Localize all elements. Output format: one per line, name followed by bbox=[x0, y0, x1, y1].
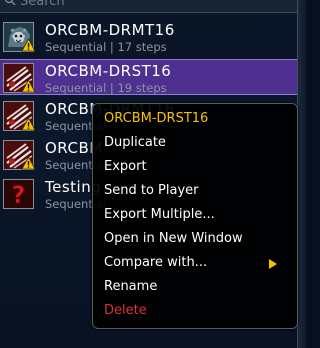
menu-item-send-to-player[interactable]: Send to Player bbox=[104, 183, 199, 198]
menu-item-delete[interactable]: Delete bbox=[104, 303, 147, 318]
warning-icon bbox=[21, 117, 36, 131]
search-placeholder: Search bbox=[20, 0, 65, 9]
warning-icon bbox=[21, 79, 36, 93]
submenu-arrow-icon bbox=[269, 259, 277, 269]
sequence-row-selected[interactable]: ORCBM-DRST16 Sequential | 19 steps bbox=[0, 59, 297, 95]
sequence-row[interactable]: ORCBM-DRMT16 Sequential | 17 steps bbox=[0, 19, 297, 55]
sequence-name: ORCBM-DRST16 bbox=[45, 62, 172, 80]
search-icon bbox=[4, 0, 16, 6]
sequence-meta: Sequential | 17 steps bbox=[45, 40, 167, 54]
menu-item-compare-with[interactable]: Compare with... bbox=[104, 255, 207, 270]
context-menu-title: ORCBM-DRST16 bbox=[104, 111, 209, 126]
menu-item-rename[interactable]: Rename bbox=[104, 279, 157, 294]
scrollbar[interactable] bbox=[297, 0, 306, 348]
context-menu: ORCBM-DRST16 Duplicate Export Send to Pl… bbox=[92, 103, 298, 329]
menu-item-export[interactable]: Export bbox=[104, 159, 147, 174]
warning-icon bbox=[21, 156, 36, 170]
svg-text:?: ? bbox=[12, 181, 26, 208]
warning-icon bbox=[21, 38, 36, 52]
sequence-meta: Sequential | 19 steps bbox=[45, 81, 167, 95]
search-input[interactable]: Search bbox=[0, 0, 297, 13]
menu-item-duplicate[interactable]: Duplicate bbox=[104, 135, 166, 150]
menu-item-export-multiple[interactable]: Export Multiple... bbox=[104, 207, 215, 222]
question-mark-icon: ? bbox=[3, 179, 34, 209]
sequence-name: ORCBM-DRMT16 bbox=[45, 21, 175, 39]
menu-item-open-in-new-window[interactable]: Open in New Window bbox=[104, 231, 243, 246]
